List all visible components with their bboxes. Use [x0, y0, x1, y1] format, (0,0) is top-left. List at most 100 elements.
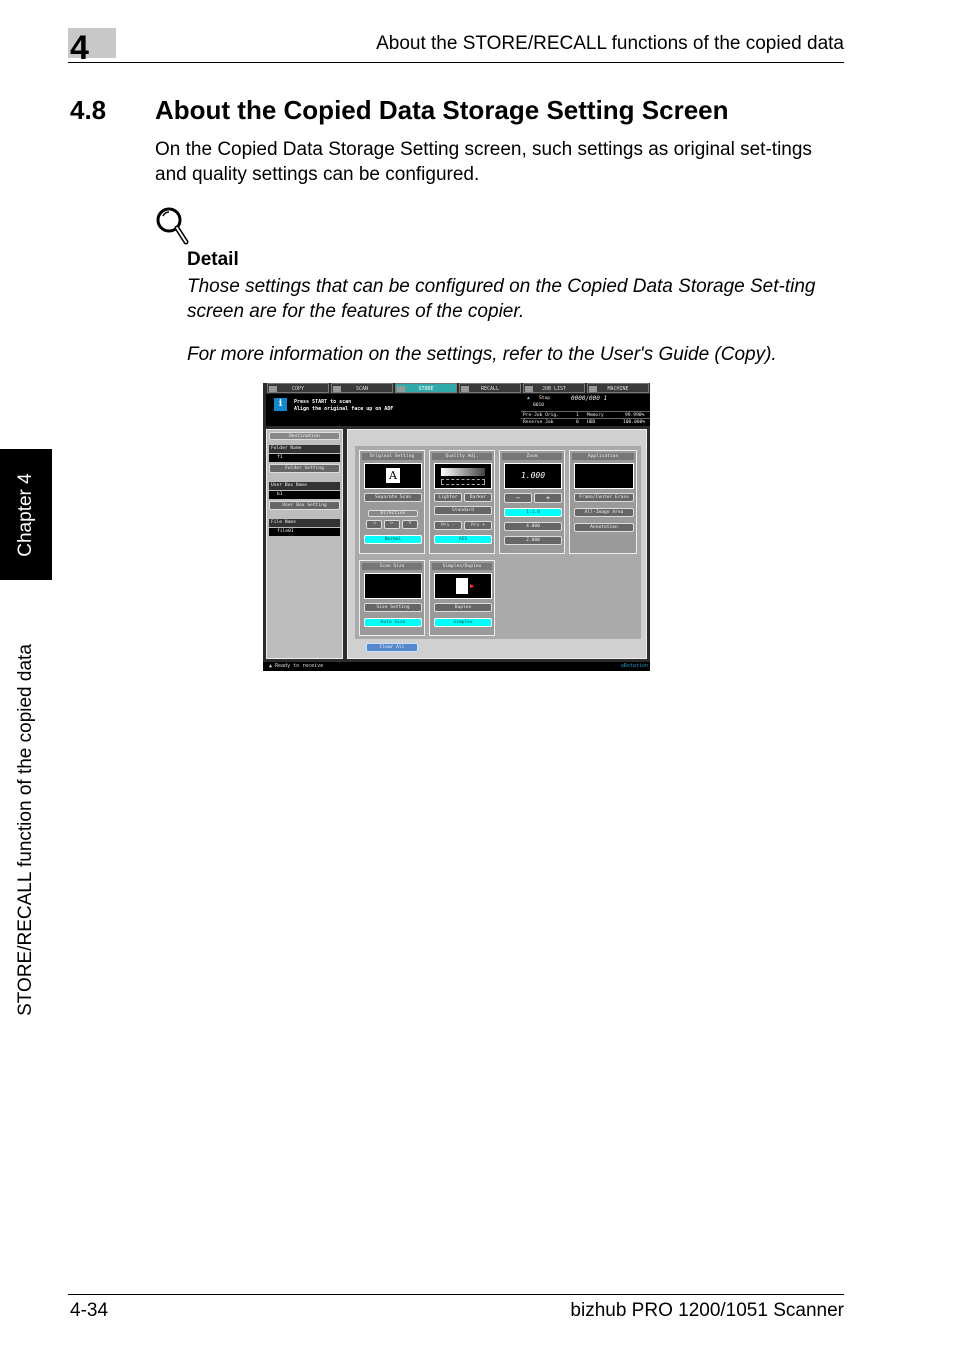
job-number: 0010 — [533, 403, 545, 408]
lighter-button[interactable]: Lighter — [434, 493, 462, 502]
user-box-name-value: b1 — [269, 491, 340, 499]
zoom-preset-3-button[interactable]: 2.000 — [504, 536, 562, 545]
tab-copy[interactable]: COPY — [267, 383, 329, 393]
file-name-label: File Name — [269, 519, 340, 527]
side-chapter-text: Chapter 4 — [15, 472, 36, 557]
simplex-duplex-preview: ▶ — [434, 573, 492, 599]
pri-minus-button[interactable]: Pri - — [434, 521, 462, 530]
simplex-button[interactable]: Simplex — [434, 618, 492, 627]
original-setting-button[interactable]: Original Setting — [362, 453, 422, 460]
header-rule — [68, 62, 844, 63]
duplex-button[interactable]: Duplex — [434, 603, 492, 612]
scan-size-group: Scan Size Size Setting Auto Size — [359, 560, 425, 636]
side-chapter-label: Chapter 4 — [0, 449, 52, 580]
zoom-preset-1-button[interactable]: 1:1.0 — [504, 508, 562, 517]
rotation-indicator[interactable]: ◎Rotation — [621, 662, 648, 671]
folder-name-label: Folder Name — [269, 445, 340, 453]
simplex-duplex-group: Simplex/Duplex ▶ Duplex Simplex — [429, 560, 495, 636]
page-number: 4-34 — [70, 1300, 109, 1321]
tab-job-list[interactable]: JOB LIST — [523, 383, 585, 393]
original-a-icon: A — [386, 468, 400, 483]
folder-setting-button[interactable]: Folder Setting — [269, 464, 340, 473]
store-icon — [397, 386, 405, 392]
quality-adj-group: Quality Adj. Lighter Darker Standard Pri… — [429, 450, 495, 554]
user-box-setting-button[interactable]: User Box Setting — [269, 501, 340, 510]
settings-panel: Original Setting A Separate Scan Directi… — [347, 429, 647, 659]
user-box-name-label: User Box Name — [269, 482, 340, 490]
tab-recall[interactable]: RECALL — [459, 383, 521, 393]
simplex-duplex-button[interactable]: Simplex/Duplex — [432, 563, 492, 570]
direction-header: Direction — [368, 510, 418, 517]
application-group: Application Frame/Center Erase All-Image… — [569, 450, 637, 554]
zoom-button[interactable]: Zoom — [502, 453, 562, 460]
stop-label: Stop — [539, 396, 551, 401]
hdd-value: 100.000% — [623, 420, 646, 425]
scan-icon — [333, 386, 341, 392]
zoom-display: 1.000 — [504, 463, 562, 489]
arrow-right-icon: ▶ — [470, 582, 475, 590]
aes-button[interactable]: AES — [434, 535, 492, 544]
page-icon — [456, 578, 468, 594]
auto-size-button[interactable]: Auto Size — [364, 618, 422, 627]
destination-panel: Destination Folder Name f1 Folder Settin… — [266, 429, 343, 659]
annotation-button[interactable]: Annotation — [574, 523, 634, 532]
clear-all-button[interactable]: Clear All — [366, 643, 418, 652]
status-panel: ▲ Stop 0000/000 1 0010 Pre-Job Orig. 1 M… — [521, 394, 650, 426]
tab-machine[interactable]: MACHINE — [587, 383, 649, 393]
application-button[interactable]: Application — [572, 453, 634, 460]
info-icon: i — [274, 398, 287, 411]
direction-right-button[interactable]: ▷ — [384, 520, 400, 529]
tab-scan[interactable]: SCAN — [331, 383, 393, 393]
separate-scan-button[interactable]: Separate Scan — [364, 493, 422, 502]
section-number: 4.8 — [70, 95, 107, 125]
density-scale — [441, 479, 485, 485]
direction-left-button[interactable]: ◁ — [366, 520, 382, 529]
job-list-icon — [525, 386, 533, 392]
direction-down-button[interactable]: ▽ — [402, 520, 418, 529]
zoom-plus-button[interactable]: + — [534, 493, 562, 503]
darker-button[interactable]: Darker — [464, 493, 492, 502]
folder-name-value: f1 — [269, 454, 340, 462]
pri-plus-button[interactable]: Pri + — [464, 521, 492, 530]
side-section-text: STORE/RECALL function of the copied data — [15, 644, 36, 1016]
reserve-label: Reserve Job — [523, 420, 554, 425]
density-gradient — [441, 468, 485, 476]
settings-groups: Original Setting A Separate Scan Directi… — [355, 446, 641, 639]
reserve-value: 0 — [576, 420, 579, 425]
standard-button[interactable]: Standard — [434, 506, 492, 515]
detail-text: Those settings that can be configured on… — [187, 276, 816, 322]
section-title: About the Copied Data Storage Setting Sc… — [155, 95, 729, 125]
copy-icon — [269, 386, 277, 392]
frame-center-erase-button[interactable]: Frame/Center Erase — [574, 493, 634, 502]
density-preview — [434, 463, 492, 489]
original-preview: A — [364, 463, 422, 489]
application-preview — [574, 463, 634, 489]
quality-adj-button[interactable]: Quality Adj. — [432, 453, 492, 460]
machine-icon — [589, 386, 597, 392]
original-setting-group: Original Setting A Separate Scan Directi… — [359, 450, 425, 554]
tab-store[interactable]: STORE — [395, 383, 457, 393]
copy-counter: 0000/000 1 — [571, 395, 608, 402]
scan-size-button[interactable]: Scan Size — [362, 563, 422, 570]
file-name-value: file01 — [269, 528, 340, 536]
status-bar: ▲ Ready to receive ◎Rotation — [263, 662, 650, 671]
all-image-area-button[interactable]: All-Image Area — [574, 508, 634, 517]
detail-heading: Detail — [187, 249, 239, 270]
zoom-group: Zoom 1.000 − + 1:1.0 4.000 2.000 — [499, 450, 565, 554]
scan-size-preview — [364, 573, 422, 599]
size-setting-button[interactable]: Size Setting — [364, 603, 422, 612]
intro-paragraph: On the Copied Data Storage Setting scree… — [155, 139, 812, 185]
destination-header: Destination — [269, 432, 340, 440]
message-line-2: Align the original face up on ADF — [294, 406, 394, 412]
product-name: bizhub PRO 1200/1051 Scanner — [570, 1300, 844, 1321]
copied-data-storage-screen: COPY SCAN STORE RECALL JOB LIST MACHINE … — [263, 383, 650, 671]
footer-rule — [68, 1294, 844, 1295]
running-title: About the STORE/RECALL functions of the … — [376, 33, 844, 54]
ready-icon: ▲ — [269, 663, 273, 669]
magnifier-icon — [156, 207, 189, 245]
normal-button[interactable]: Normal — [364, 535, 422, 544]
side-section-label: STORE/RECALL function of the copied data — [0, 600, 52, 1060]
ready-text: Ready to receive — [275, 663, 324, 669]
zoom-preset-2-button[interactable]: 4.000 — [504, 522, 562, 531]
zoom-minus-button[interactable]: − — [504, 493, 532, 503]
